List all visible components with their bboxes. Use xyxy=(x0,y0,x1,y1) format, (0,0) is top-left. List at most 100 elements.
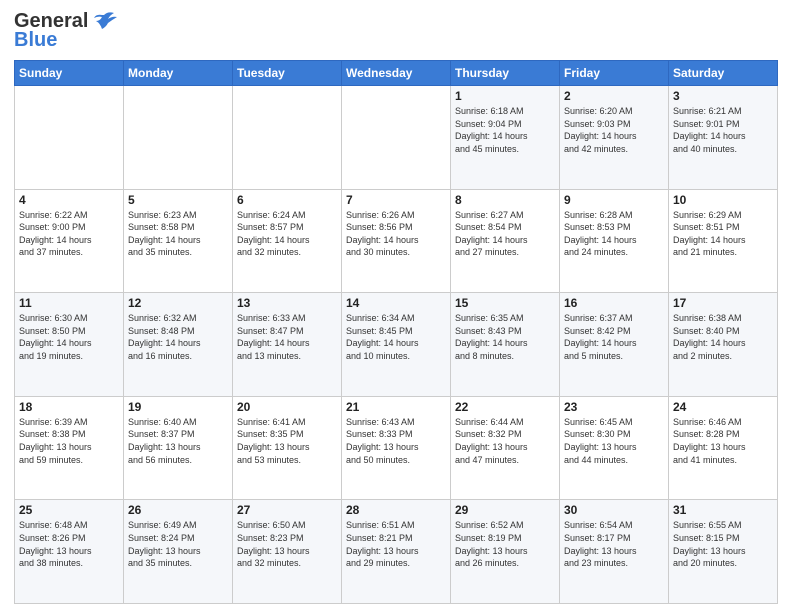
day-info: Sunrise: 6:51 AM Sunset: 8:21 PM Dayligh… xyxy=(346,519,446,569)
calendar-cell xyxy=(15,86,124,190)
day-number: 24 xyxy=(673,400,773,414)
calendar-table: SundayMondayTuesdayWednesdayThursdayFrid… xyxy=(14,60,778,604)
calendar-cell: 29 Sunrise: 6:52 AM Sunset: 8:19 PM Dayli… xyxy=(451,500,560,604)
day-number: 18 xyxy=(19,400,119,414)
day-info: Sunrise: 6:48 AM Sunset: 8:26 PM Dayligh… xyxy=(19,519,119,569)
day-number: 13 xyxy=(237,296,337,310)
calendar-week-4: 18 Sunrise: 6:39 AM Sunset: 8:38 PM Dayli… xyxy=(15,396,778,500)
weekday-header-sunday: Sunday xyxy=(15,61,124,86)
day-info: Sunrise: 6:18 AM Sunset: 9:04 PM Dayligh… xyxy=(455,105,555,155)
calendar-week-1: 1 Sunrise: 6:18 AM Sunset: 9:04 PM Daylig… xyxy=(15,86,778,190)
calendar-cell: 24 Sunrise: 6:46 AM Sunset: 8:28 PM Dayli… xyxy=(669,396,778,500)
day-number: 19 xyxy=(128,400,228,414)
weekday-header-saturday: Saturday xyxy=(669,61,778,86)
day-number: 17 xyxy=(673,296,773,310)
day-info: Sunrise: 6:21 AM Sunset: 9:01 PM Dayligh… xyxy=(673,105,773,155)
logo-blue-text: Blue xyxy=(14,29,57,52)
day-info: Sunrise: 6:33 AM Sunset: 8:47 PM Dayligh… xyxy=(237,312,337,362)
calendar-cell: 19 Sunrise: 6:40 AM Sunset: 8:37 PM Dayli… xyxy=(124,396,233,500)
calendar-cell: 31 Sunrise: 6:55 AM Sunset: 8:15 PM Dayli… xyxy=(669,500,778,604)
calendar-week-2: 4Sunrise: 6:22 AM Sunset: 9:00 PM Daylig… xyxy=(15,189,778,293)
calendar-cell: 21 Sunrise: 6:43 AM Sunset: 8:33 PM Dayli… xyxy=(342,396,451,500)
day-number: 1 xyxy=(455,89,555,103)
day-number: 22 xyxy=(455,400,555,414)
calendar-cell: 26 Sunrise: 6:49 AM Sunset: 8:24 PM Dayli… xyxy=(124,500,233,604)
day-info: Sunrise: 6:34 AM Sunset: 8:45 PM Dayligh… xyxy=(346,312,446,362)
day-info: Sunrise: 6:30 AM Sunset: 8:50 PM Dayligh… xyxy=(19,312,119,362)
calendar-cell: 22Sunrise: 6:44 AM Sunset: 8:32 PM Dayli… xyxy=(451,396,560,500)
day-info: Sunrise: 6:54 AM Sunset: 8:17 PM Dayligh… xyxy=(564,519,664,569)
day-number: 11 xyxy=(19,296,119,310)
day-info: Sunrise: 6:40 AM Sunset: 8:37 PM Dayligh… xyxy=(128,416,228,466)
day-number: 25 xyxy=(19,503,119,517)
day-info: Sunrise: 6:41 AM Sunset: 8:35 PM Dayligh… xyxy=(237,416,337,466)
calendar-cell: 11 Sunrise: 6:30 AM Sunset: 8:50 PM Dayli… xyxy=(15,293,124,397)
calendar-week-3: 11 Sunrise: 6:30 AM Sunset: 8:50 PM Dayli… xyxy=(15,293,778,397)
day-info: Sunrise: 6:49 AM Sunset: 8:24 PM Dayligh… xyxy=(128,519,228,569)
day-info: Sunrise: 6:38 AM Sunset: 8:40 PM Dayligh… xyxy=(673,312,773,362)
weekday-header-friday: Friday xyxy=(560,61,669,86)
calendar-cell: 28 Sunrise: 6:51 AM Sunset: 8:21 PM Dayli… xyxy=(342,500,451,604)
day-info: Sunrise: 6:29 AM Sunset: 8:51 PM Dayligh… xyxy=(673,209,773,259)
calendar-cell: 23 Sunrise: 6:45 AM Sunset: 8:30 PM Dayli… xyxy=(560,396,669,500)
day-info: Sunrise: 6:23 AM Sunset: 8:58 PM Dayligh… xyxy=(128,209,228,259)
day-number: 27 xyxy=(237,503,337,517)
weekday-header-tuesday: Tuesday xyxy=(233,61,342,86)
day-number: 12 xyxy=(128,296,228,310)
day-info: Sunrise: 6:46 AM Sunset: 8:28 PM Dayligh… xyxy=(673,416,773,466)
calendar-cell: 12 Sunrise: 6:32 AM Sunset: 8:48 PM Dayli… xyxy=(124,293,233,397)
day-number: 21 xyxy=(346,400,446,414)
day-info: Sunrise: 6:43 AM Sunset: 8:33 PM Dayligh… xyxy=(346,416,446,466)
day-number: 14 xyxy=(346,296,446,310)
page-header: General Blue xyxy=(14,10,778,52)
calendar-cell: 14 Sunrise: 6:34 AM Sunset: 8:45 PM Dayli… xyxy=(342,293,451,397)
day-number: 2 xyxy=(564,89,664,103)
day-info: Sunrise: 6:45 AM Sunset: 8:30 PM Dayligh… xyxy=(564,416,664,466)
day-number: 28 xyxy=(346,503,446,517)
day-info: Sunrise: 6:32 AM Sunset: 8:48 PM Dayligh… xyxy=(128,312,228,362)
day-info: Sunrise: 6:20 AM Sunset: 9:03 PM Dayligh… xyxy=(564,105,664,155)
calendar-cell: 5Sunrise: 6:23 AM Sunset: 8:58 PM Daylig… xyxy=(124,189,233,293)
day-number: 7 xyxy=(346,193,446,207)
day-info: Sunrise: 6:50 AM Sunset: 8:23 PM Dayligh… xyxy=(237,519,337,569)
logo: General Blue xyxy=(14,10,118,52)
weekday-header-monday: Monday xyxy=(124,61,233,86)
calendar-cell: 13 Sunrise: 6:33 AM Sunset: 8:47 PM Dayli… xyxy=(233,293,342,397)
calendar-cell: 20 Sunrise: 6:41 AM Sunset: 8:35 PM Dayli… xyxy=(233,396,342,500)
day-number: 26 xyxy=(128,503,228,517)
day-info: Sunrise: 6:52 AM Sunset: 8:19 PM Dayligh… xyxy=(455,519,555,569)
calendar-cell: 3Sunrise: 6:21 AM Sunset: 9:01 PM Daylig… xyxy=(669,86,778,190)
day-info: Sunrise: 6:39 AM Sunset: 8:38 PM Dayligh… xyxy=(19,416,119,466)
day-info: Sunrise: 6:27 AM Sunset: 8:54 PM Dayligh… xyxy=(455,209,555,259)
day-number: 31 xyxy=(673,503,773,517)
calendar-cell: 7 Sunrise: 6:26 AM Sunset: 8:56 PM Daylig… xyxy=(342,189,451,293)
calendar-cell: 16Sunrise: 6:37 AM Sunset: 8:42 PM Dayli… xyxy=(560,293,669,397)
day-info: Sunrise: 6:55 AM Sunset: 8:15 PM Dayligh… xyxy=(673,519,773,569)
calendar-cell xyxy=(124,86,233,190)
calendar-cell xyxy=(233,86,342,190)
calendar-cell: 17 Sunrise: 6:38 AM Sunset: 8:40 PM Dayli… xyxy=(669,293,778,397)
calendar-cell: 25 Sunrise: 6:48 AM Sunset: 8:26 PM Dayli… xyxy=(15,500,124,604)
day-number: 30 xyxy=(564,503,664,517)
day-number: 20 xyxy=(237,400,337,414)
page-container: General Blue SundayMondayTuesdayWednesda… xyxy=(0,0,792,612)
calendar-cell: 18 Sunrise: 6:39 AM Sunset: 8:38 PM Dayli… xyxy=(15,396,124,500)
day-number: 8 xyxy=(455,193,555,207)
day-number: 29 xyxy=(455,503,555,517)
day-info: Sunrise: 6:35 AM Sunset: 8:43 PM Dayligh… xyxy=(455,312,555,362)
weekday-header-wednesday: Wednesday xyxy=(342,61,451,86)
day-info: Sunrise: 6:26 AM Sunset: 8:56 PM Dayligh… xyxy=(346,209,446,259)
day-info: Sunrise: 6:24 AM Sunset: 8:57 PM Dayligh… xyxy=(237,209,337,259)
calendar-week-5: 25 Sunrise: 6:48 AM Sunset: 8:26 PM Dayli… xyxy=(15,500,778,604)
calendar-cell: 15Sunrise: 6:35 AM Sunset: 8:43 PM Dayli… xyxy=(451,293,560,397)
day-number: 10 xyxy=(673,193,773,207)
calendar-cell: 10 Sunrise: 6:29 AM Sunset: 8:51 PM Dayli… xyxy=(669,189,778,293)
logo-bird-icon xyxy=(90,11,118,33)
calendar-cell: 2 Sunrise: 6:20 AM Sunset: 9:03 PM Daylig… xyxy=(560,86,669,190)
calendar-cell: 1 Sunrise: 6:18 AM Sunset: 9:04 PM Daylig… xyxy=(451,86,560,190)
day-info: Sunrise: 6:28 AM Sunset: 8:53 PM Dayligh… xyxy=(564,209,664,259)
day-number: 9 xyxy=(564,193,664,207)
day-number: 23 xyxy=(564,400,664,414)
day-info: Sunrise: 6:22 AM Sunset: 9:00 PM Dayligh… xyxy=(19,209,119,259)
calendar-header-row: SundayMondayTuesdayWednesdayThursdayFrid… xyxy=(15,61,778,86)
